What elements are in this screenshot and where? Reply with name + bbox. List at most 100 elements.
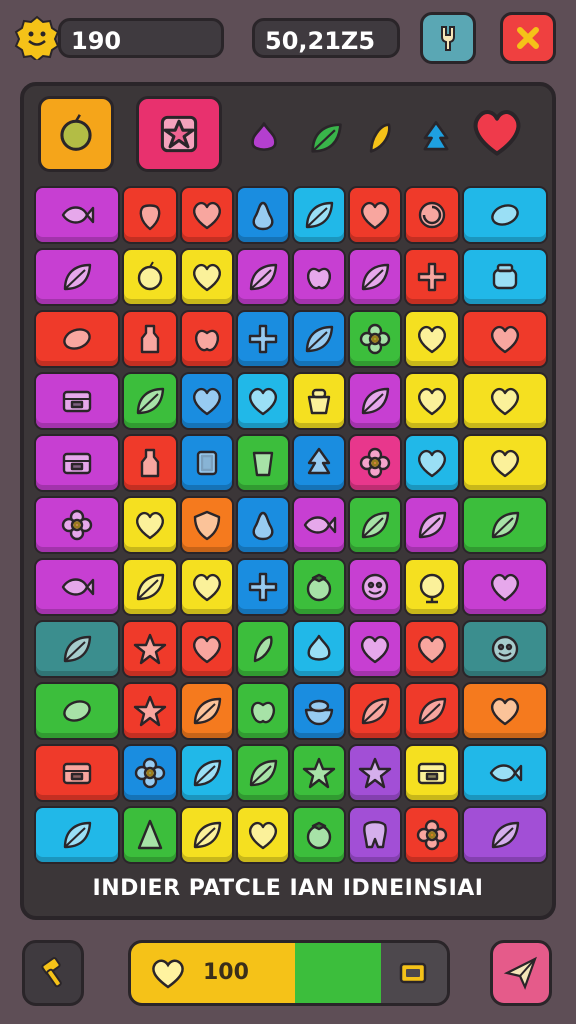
tile[interactable] (122, 434, 178, 492)
tile[interactable] (462, 434, 548, 492)
tile[interactable] (34, 186, 120, 244)
tile[interactable] (122, 372, 178, 430)
red-heart[interactable] (466, 102, 528, 162)
tile[interactable] (34, 682, 120, 740)
tile[interactable] (236, 372, 290, 430)
tile[interactable] (122, 186, 178, 244)
tile[interactable] (236, 682, 290, 740)
tile[interactable] (462, 744, 548, 802)
tile[interactable] (404, 806, 460, 864)
tile[interactable] (122, 496, 178, 554)
close-button[interactable] (500, 12, 556, 64)
tile[interactable] (404, 248, 460, 306)
tool-button[interactable] (420, 12, 476, 64)
tile[interactable] (180, 806, 234, 864)
tile[interactable] (292, 744, 346, 802)
tile[interactable] (462, 620, 548, 678)
tile[interactable] (180, 496, 234, 554)
tile[interactable] (348, 248, 402, 306)
tile[interactable] (462, 248, 548, 306)
tile[interactable] (34, 310, 120, 368)
tile[interactable] (292, 248, 346, 306)
tile[interactable] (292, 496, 346, 554)
tile[interactable] (404, 558, 460, 616)
lime-powerup[interactable] (38, 96, 114, 172)
tile[interactable] (348, 558, 402, 616)
tile[interactable] (404, 496, 460, 554)
tile[interactable] (348, 496, 402, 554)
tile[interactable] (404, 744, 460, 802)
tile[interactable] (180, 372, 234, 430)
tile[interactable] (180, 558, 234, 616)
tile[interactable] (292, 372, 346, 430)
tile[interactable] (122, 744, 178, 802)
tile[interactable] (404, 372, 460, 430)
tile[interactable] (404, 682, 460, 740)
tile[interactable] (236, 558, 290, 616)
send-button[interactable] (490, 940, 552, 1006)
tile[interactable] (404, 186, 460, 244)
ticket-button[interactable] (381, 943, 447, 1003)
tile[interactable] (348, 806, 402, 864)
tile[interactable] (348, 186, 402, 244)
tile[interactable] (462, 682, 548, 740)
tile[interactable] (404, 620, 460, 678)
pink-crate-powerup[interactable] (136, 96, 222, 172)
hammer-button[interactable] (22, 940, 84, 1006)
tile[interactable] (462, 806, 548, 864)
tile[interactable] (292, 310, 346, 368)
tile[interactable] (292, 682, 346, 740)
tile[interactable] (180, 620, 234, 678)
tile[interactable] (292, 620, 346, 678)
tile[interactable] (34, 496, 120, 554)
tile[interactable] (348, 372, 402, 430)
tile[interactable] (34, 744, 120, 802)
tile[interactable] (292, 806, 346, 864)
tile[interactable] (404, 434, 460, 492)
tile[interactable] (236, 434, 290, 492)
yellow-corn[interactable] (360, 118, 400, 158)
tile[interactable] (292, 186, 346, 244)
purple-onion[interactable] (244, 118, 284, 158)
tile[interactable] (404, 310, 460, 368)
tile[interactable] (348, 310, 402, 368)
tile[interactable] (462, 558, 548, 616)
tile[interactable] (462, 310, 548, 368)
tile[interactable] (122, 620, 178, 678)
tile[interactable] (348, 682, 402, 740)
tile[interactable] (292, 558, 346, 616)
tile[interactable] (348, 744, 402, 802)
tile[interactable] (180, 682, 234, 740)
tile[interactable] (462, 186, 548, 244)
tile[interactable] (180, 744, 234, 802)
tile[interactable] (236, 620, 290, 678)
tile[interactable] (180, 248, 234, 306)
tile[interactable] (122, 558, 178, 616)
green-leaf[interactable] (306, 118, 346, 158)
tile[interactable] (236, 248, 290, 306)
tile[interactable] (122, 806, 178, 864)
tile[interactable] (236, 310, 290, 368)
tile[interactable] (348, 434, 402, 492)
tile[interactable] (34, 806, 120, 864)
tile[interactable] (236, 186, 290, 244)
tile[interactable] (292, 434, 346, 492)
tile[interactable] (34, 558, 120, 616)
tile[interactable] (180, 186, 234, 244)
tile[interactable] (122, 682, 178, 740)
tile[interactable] (236, 806, 290, 864)
tile[interactable] (462, 372, 548, 430)
tile[interactable] (34, 434, 120, 492)
tile[interactable] (122, 248, 178, 306)
tile[interactable] (180, 310, 234, 368)
tile[interactable] (236, 744, 290, 802)
tile[interactable] (122, 310, 178, 368)
tile[interactable] (348, 620, 402, 678)
tile[interactable] (462, 496, 548, 554)
tile[interactable] (180, 434, 234, 492)
tile[interactable] (34, 372, 120, 430)
blue-tree[interactable] (416, 118, 456, 158)
tile[interactable] (236, 496, 290, 554)
tile[interactable] (34, 620, 120, 678)
tile[interactable] (34, 248, 120, 306)
